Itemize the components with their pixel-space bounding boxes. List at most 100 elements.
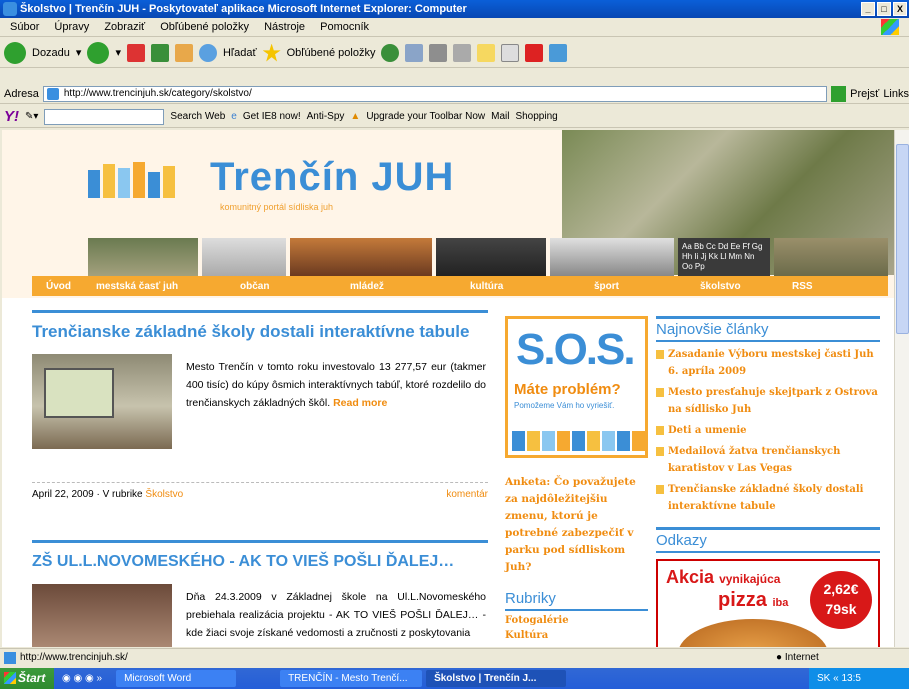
vertical-scrollbar[interactable] xyxy=(894,130,909,647)
sos-bars-icon xyxy=(512,431,645,451)
price-badge: 2,62€ 79sk xyxy=(810,571,872,629)
search-button[interactable]: Hľadať xyxy=(223,47,257,59)
yahoo-logo[interactable]: Y! xyxy=(4,108,19,125)
upgrade-toolbar-button[interactable]: Upgrade your Toolbar Now xyxy=(366,111,485,122)
stop-icon[interactable] xyxy=(126,43,145,62)
nav-mestska-cast[interactable]: mestská časť juh xyxy=(96,281,178,292)
address-bar: Adresa http://www.trencinjuh.sk/category… xyxy=(0,84,909,104)
nav-uvod[interactable]: Úvod xyxy=(46,281,71,292)
ie-icon xyxy=(3,2,17,16)
get-ie8-button[interactable]: Get IE8 now! xyxy=(243,111,301,122)
warning-icon: ▲ xyxy=(350,111,361,122)
web-page: Trenčín JUH komunitný portál sídliska ju… xyxy=(0,130,894,647)
go-button[interactable]: Prejsť xyxy=(850,88,879,100)
shopping-button[interactable]: Shopping xyxy=(515,111,557,122)
sos-question: Máte problém? xyxy=(514,381,621,398)
news-item[interactable]: Mesto presťahuje skejtpark z Ostrova na … xyxy=(656,384,880,418)
back-arrow-icon[interactable] xyxy=(4,41,26,64)
poll-link[interactable]: Anketa: Čo považujete za najdôležitejšiu… xyxy=(505,474,648,576)
edit-icon[interactable] xyxy=(453,43,472,62)
scrollbar-thumb[interactable] xyxy=(896,144,909,334)
history-icon[interactable] xyxy=(381,43,400,62)
menu-tools[interactable]: Nástroje xyxy=(264,21,305,33)
divider xyxy=(32,310,488,313)
search-web-button[interactable]: Search Web xyxy=(170,111,225,122)
start-button[interactable]: Štart xyxy=(0,668,54,689)
header-photo-letters: Aa Bb Cc Dd Ee Ff Gg Hh Ii Jj Kk Ll Mm N… xyxy=(678,238,770,276)
antispy-button[interactable]: Anti-Spy xyxy=(307,111,345,122)
news-item[interactable]: Trenčianske základné školy dostali inter… xyxy=(656,481,880,515)
news-item[interactable]: Deti a umenie xyxy=(656,422,880,439)
divider xyxy=(656,316,880,319)
rubrika-kultura[interactable]: Kultúra xyxy=(505,630,648,641)
favorites-star-icon[interactable] xyxy=(262,43,281,62)
article-2: ZŠ UL.L.NOVOMESKÉHO - AK TO VIEŠ POŠLI Ď… xyxy=(32,540,488,647)
messenger-icon[interactable] xyxy=(525,43,544,62)
back-button[interactable]: Dozadu xyxy=(32,47,70,59)
article-image[interactable] xyxy=(32,584,172,647)
menu-view[interactable]: Zobraziť xyxy=(104,21,145,33)
task-trencin[interactable]: TRENČÍN - Mesto Trenčí... xyxy=(280,670,423,687)
middle-sidebar: S.O.S. Máte problém? Pomožeme Vám ho vyr… xyxy=(505,316,648,641)
nav-mladez[interactable]: mládež xyxy=(350,281,384,292)
news-item[interactable]: Zasadanie Výboru mestskej časti Juh 6. a… xyxy=(656,346,880,380)
address-input[interactable]: http://www.trencinjuh.sk/category/skolst… xyxy=(42,85,827,102)
article-title[interactable]: ZŠ UL.L.NOVOMESKÉHO - AK TO VIEŠ POŠLI Ď… xyxy=(32,551,488,572)
right-sidebar: Najnovšie články Zasadanie Výboru mestsk… xyxy=(656,316,880,647)
header-photo-6 xyxy=(774,238,888,276)
site-header: Trenčín JUH komunitný portál sídliska ju… xyxy=(2,130,894,298)
menu-favorites[interactable]: Obľúbené položky xyxy=(160,21,249,33)
favorites-button[interactable]: Obľúbené položky xyxy=(287,47,376,59)
nav-sport[interactable]: šport xyxy=(594,281,619,292)
minimize-button[interactable]: _ xyxy=(861,2,875,16)
category-link[interactable]: Školstvo xyxy=(145,489,183,500)
header-photo-4 xyxy=(436,238,546,276)
logo-bars-icon xyxy=(88,162,175,198)
article-title[interactable]: Trenčianske základné školy dostali inter… xyxy=(32,321,488,342)
sos-banner[interactable]: S.O.S. Máte problém? Pomožeme Vám ho vyr… xyxy=(505,316,648,458)
pizza-ad[interactable]: Akcia vynikajúca pizza iba 2,62€ 79sk xyxy=(656,559,880,647)
news-item[interactable]: Medailová žatva trenčianskych karatistov… xyxy=(656,443,880,477)
address-label: Adresa xyxy=(4,87,39,100)
read-more-link[interactable]: Read more xyxy=(333,397,387,409)
article-date: April 22, 2009 · V rubrike xyxy=(32,489,143,500)
folder-icon[interactable] xyxy=(477,43,496,62)
site-title[interactable]: Trenčín JUH xyxy=(210,155,454,200)
menu-file[interactable]: Súbor xyxy=(10,21,39,33)
rubrika-fotogalerie[interactable]: Fotogalérie xyxy=(505,615,648,626)
window-controls: _ □ X xyxy=(861,2,907,16)
task-word[interactable]: Microsoft Word xyxy=(116,670,237,687)
page-icon[interactable] xyxy=(501,43,520,62)
window-titlebar: Školstvo | Trenčín JUH - Poskytovateľ ap… xyxy=(0,0,909,18)
links-button[interactable]: Links xyxy=(883,88,909,100)
home-icon[interactable] xyxy=(174,43,193,62)
nav-obcan[interactable]: občan xyxy=(240,281,269,292)
article-image[interactable] xyxy=(32,354,172,449)
header-photo-3 xyxy=(290,238,432,276)
close-button[interactable]: X xyxy=(893,2,907,16)
maximize-button[interactable]: □ xyxy=(877,2,891,16)
msn-icon[interactable] xyxy=(549,43,568,62)
task-skolstvo[interactable]: Školstvo | Trenčín J... xyxy=(426,670,567,687)
forward-arrow-icon[interactable] xyxy=(87,41,110,64)
menu-help[interactable]: Pomocník xyxy=(320,21,369,33)
quick-launch-icons[interactable]: ◉ ◉ ◉ » xyxy=(62,673,102,684)
news-list: Zasadanie Výboru mestskej časti Juh 6. a… xyxy=(656,346,880,515)
mail-button[interactable]: Mail xyxy=(491,111,509,122)
nav-skolstvo[interactable]: školstvo xyxy=(700,281,741,292)
print-icon[interactable] xyxy=(429,43,448,62)
go-arrow-icon[interactable] xyxy=(830,85,847,102)
search-icon[interactable] xyxy=(198,43,217,62)
nav-rss[interactable]: RSS xyxy=(792,281,813,292)
menu-edit[interactable]: Úpravy xyxy=(54,21,89,33)
article-body: Mesto Trenčín v tomto roku investovalo 1… xyxy=(32,354,488,454)
mail-icon[interactable] xyxy=(405,43,424,62)
comment-link[interactable]: komentár xyxy=(446,489,488,500)
refresh-icon[interactable] xyxy=(150,43,169,62)
status-bar: http://www.trencinjuh.sk/ ● Internet xyxy=(0,648,909,666)
pencil-icon[interactable]: ✎▾ xyxy=(25,111,38,122)
nav-kultura[interactable]: kultúra xyxy=(470,281,503,292)
odkazy-title: Odkazy xyxy=(656,532,880,553)
security-zone: ● Internet xyxy=(776,652,819,663)
yahoo-search-input[interactable] xyxy=(44,108,165,125)
